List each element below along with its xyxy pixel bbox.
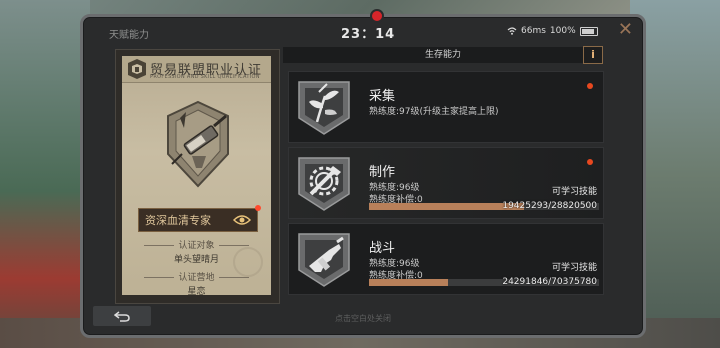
battery-icon [579,26,598,36]
close-button[interactable]: ✕ [618,19,633,40]
skill-card-gathering[interactable]: 采集 熟练度:97级(升级主家提高上限) [288,71,604,143]
profession-certificate: 贸易联盟职业认证 PROFESSION AND SKILL QUALIFICAT… [115,49,280,304]
syringe-badge-icon [167,100,229,188]
window-title: 天赋能力 [109,30,149,41]
close-hint: 点击空白处关闭 [335,314,391,323]
skill-level: 熟练度:97级(升级主家提高上限) [369,107,499,117]
eye-icon[interactable] [233,213,251,227]
exp-progress-fill [369,279,449,286]
skill-name: 战斗 [369,241,396,256]
camp-value: 星恋 [187,287,206,297]
clock: 23：14 [341,27,396,42]
wifi-icon [507,27,517,35]
rank-title: 资深血清专家 [145,214,211,227]
skill-name: 采集 [369,89,396,104]
exp-value: 24291846/70375780 [502,277,597,287]
exp-progress-fill [369,203,525,210]
system-info: 66ms 100% [507,26,598,36]
skill-alert-dot [587,83,593,89]
battery-percent: 100% [549,26,576,36]
rank-alert-dot [255,205,261,211]
skill-alert-dot [587,159,593,165]
talent-window: 天赋能力 23：14 66ms 100% ✕ 贸易联盟职业认证 PROFESSI… [80,9,646,338]
skill-name: 制作 [369,165,396,180]
certificate-header: 贸易联盟职业认证 PROFESSION AND SKILL QUALIFICAT… [122,56,271,83]
gear-wrench-icon [298,157,350,211]
gun-icon [298,233,350,287]
certificate-paper: 贸易联盟职业认证 PROFESSION AND SKILL QUALIFICAT… [122,56,271,297]
herb-icon [298,81,350,135]
skill-card-crafting[interactable]: 制作 熟练度:96级 熟练度补偿:0 可学习技能 19425293/288205… [288,147,604,219]
ping-value: 66ms [521,26,546,36]
rank-plate[interactable]: 资深血清专家 [138,205,261,232]
learnable-skill-tag: 可学习技能 [551,263,597,273]
info-button[interactable]: i [583,46,603,64]
exp-value: 19425293/28820500 [502,201,597,211]
trade-union-emblem-icon [128,59,146,79]
section-header: 生存能力 [283,47,603,63]
seal-mark [233,247,263,277]
skill-card-combat[interactable]: 战斗 熟练度:96级 熟练度补偿:0 可学习技能 24291846/703757… [288,223,604,295]
learnable-skill-tag: 可学习技能 [551,187,597,197]
game-background-left [0,0,90,348]
status-bar: 天赋能力 23：14 66ms 100% ✕ [83,17,643,45]
certificate-subtitle: PROFESSION AND SKILL QUALIFICATION [150,74,260,80]
